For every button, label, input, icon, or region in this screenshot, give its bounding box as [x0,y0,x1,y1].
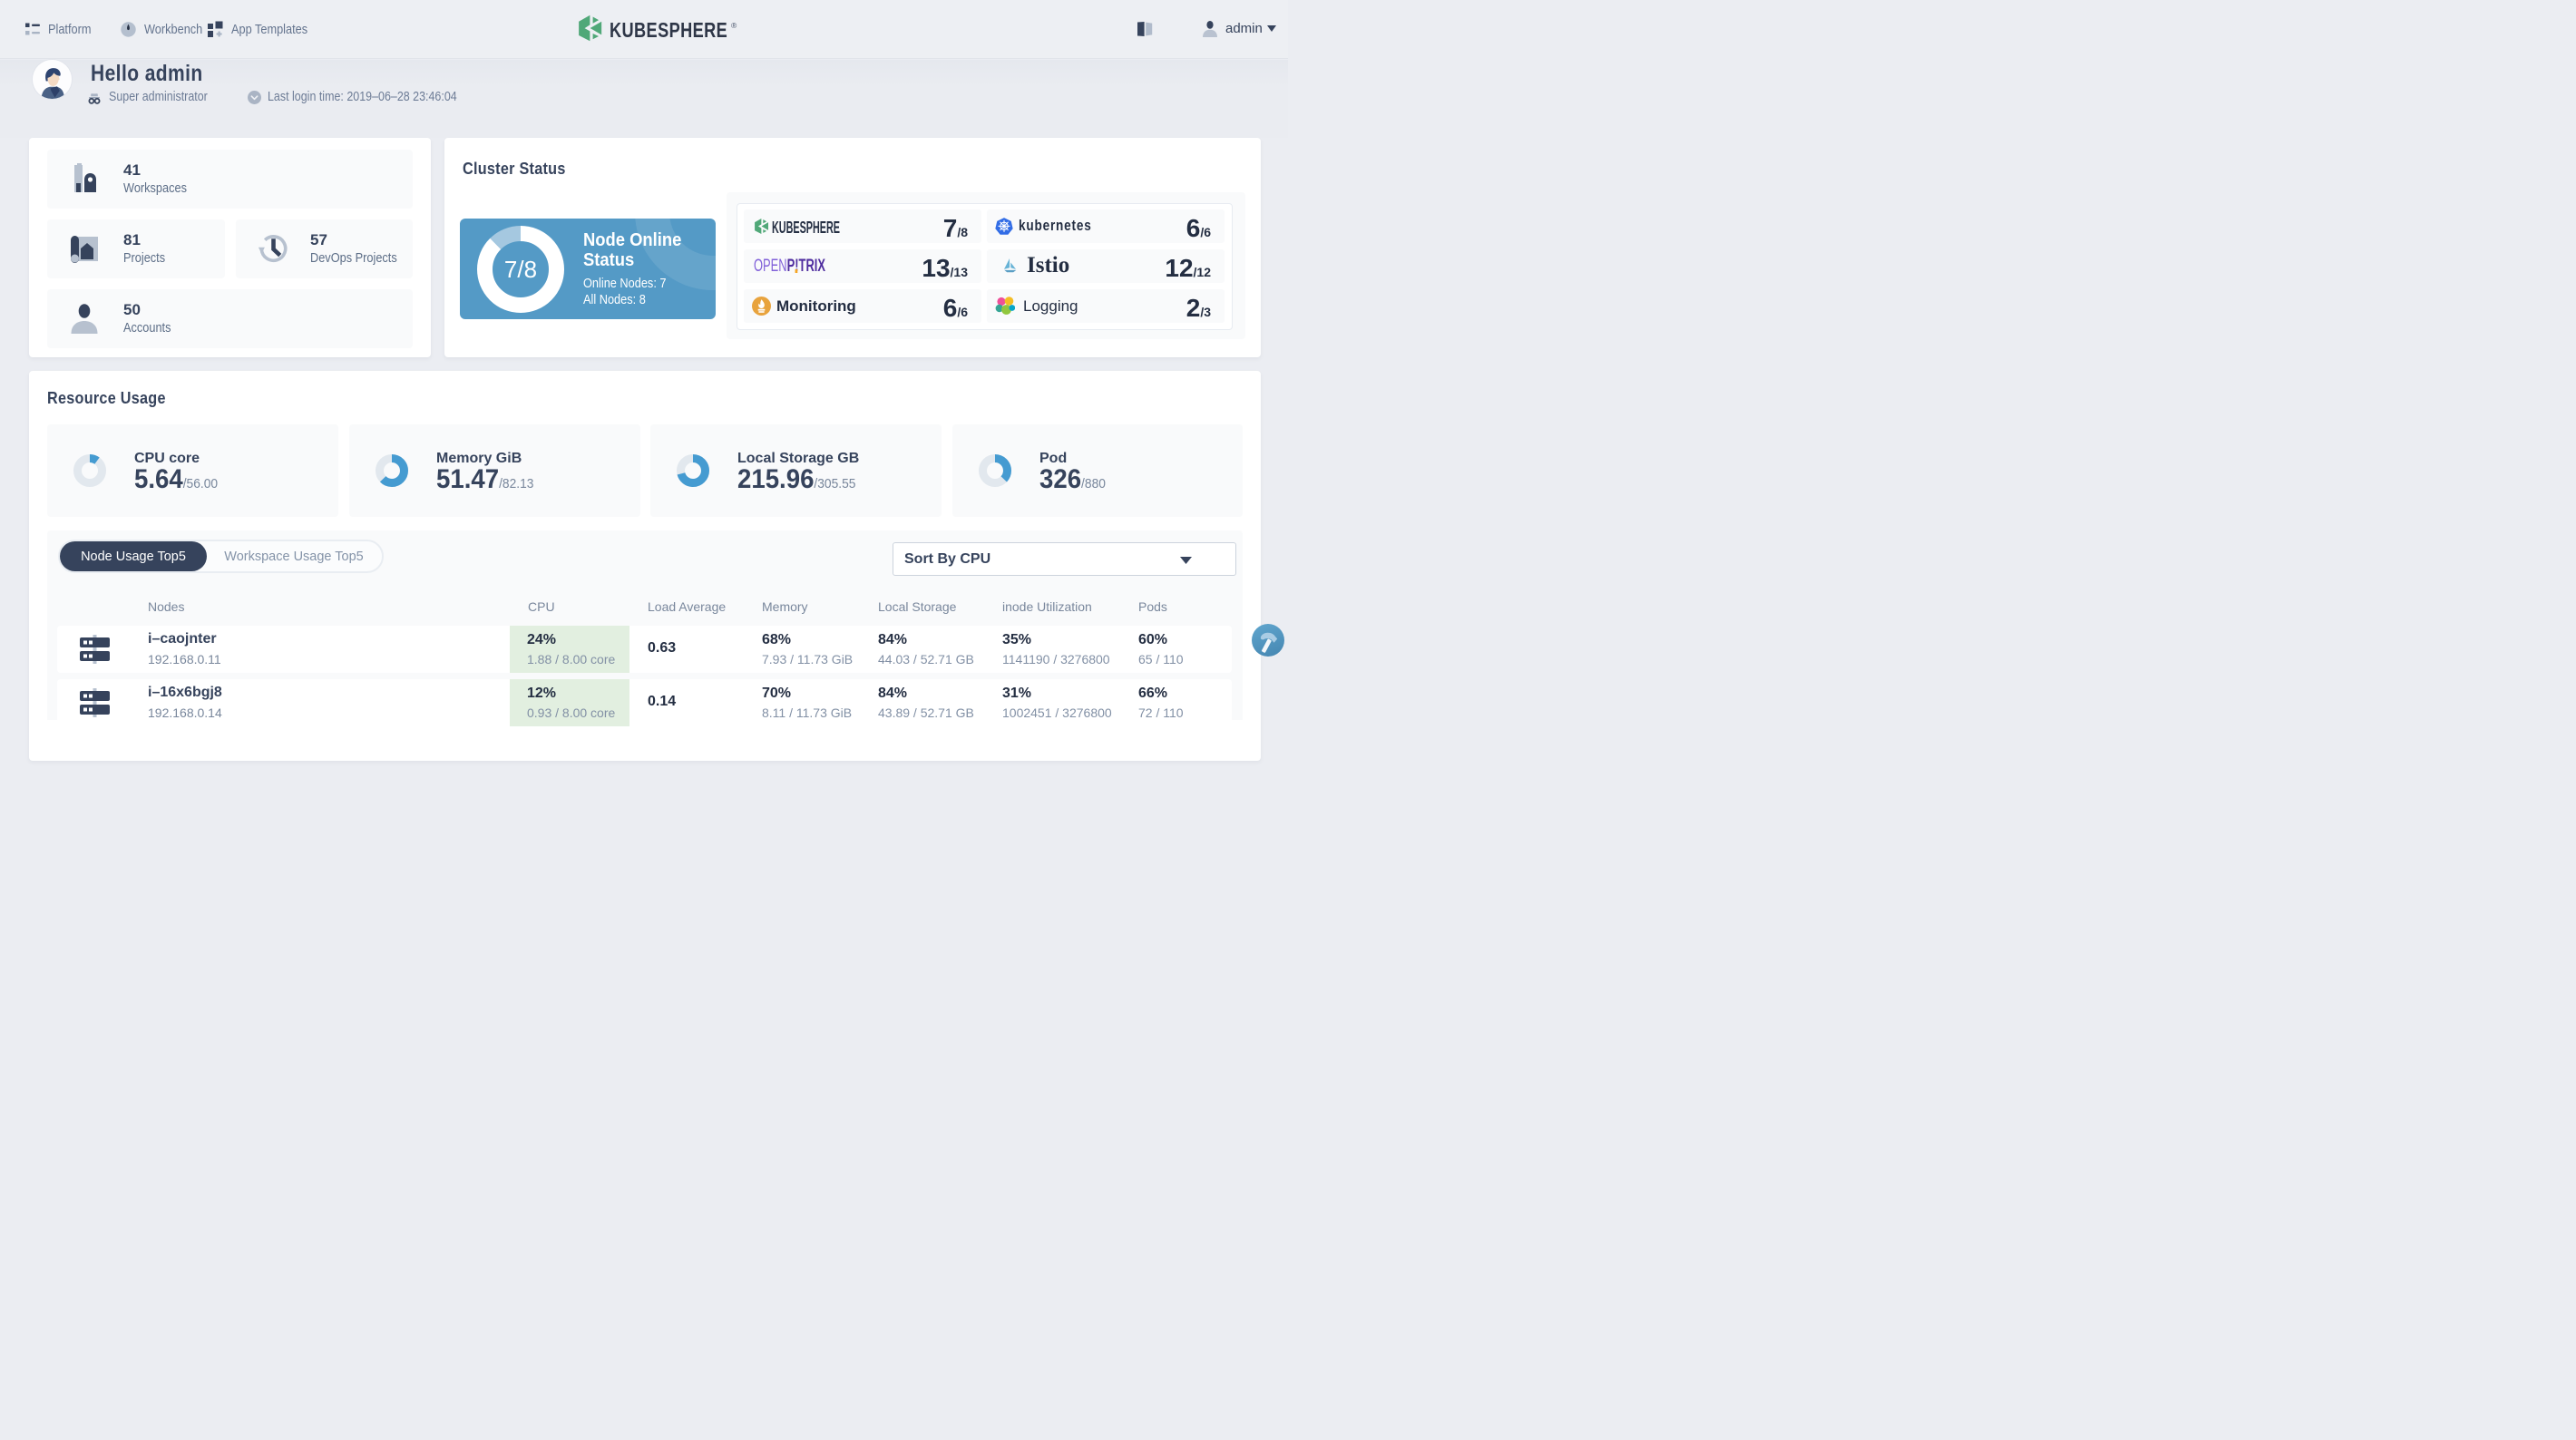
svg-text:7/8: 7/8 [504,256,537,283]
